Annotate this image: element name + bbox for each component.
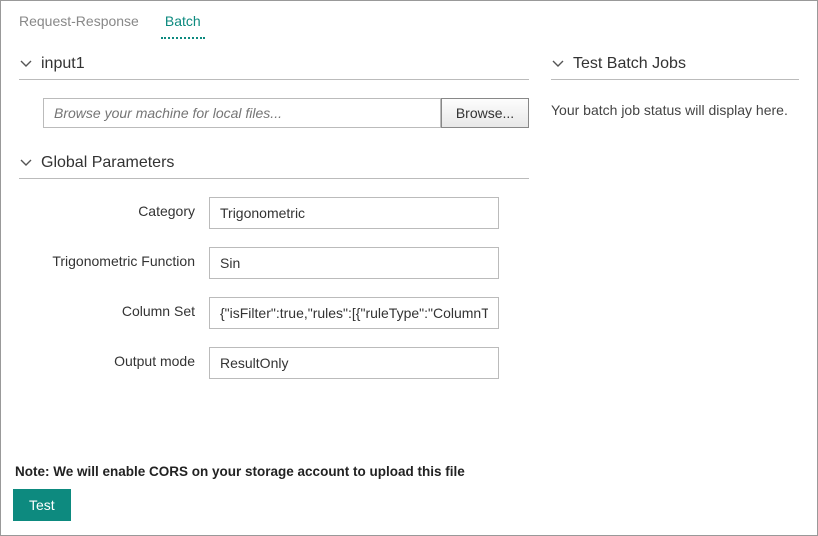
output-mode-input[interactable]	[209, 347, 499, 379]
chevron-down-icon	[551, 57, 565, 71]
category-input[interactable]	[209, 197, 499, 229]
section-input1-title: input1	[41, 55, 85, 73]
column-set-input[interactable]	[209, 297, 499, 329]
trig-function-input[interactable]	[209, 247, 499, 279]
batch-status-text: Your batch job status will display here.	[551, 98, 799, 118]
chevron-down-icon	[19, 57, 33, 71]
param-label-column-set: Column Set	[19, 297, 209, 319]
tab-batch[interactable]: Batch	[161, 9, 205, 39]
cors-note: Note: We will enable CORS on your storag…	[15, 464, 465, 479]
section-global-params-header[interactable]: Global Parameters	[19, 154, 529, 179]
file-path-input[interactable]	[43, 98, 441, 128]
section-global-params-title: Global Parameters	[41, 154, 174, 172]
param-label-trig-function: Trigonometric Function	[19, 247, 209, 269]
section-test-jobs-title: Test Batch Jobs	[573, 55, 686, 73]
browse-button[interactable]: Browse...	[441, 98, 529, 128]
section-input1-header[interactable]: input1	[19, 55, 529, 80]
tab-request-response[interactable]: Request-Response	[15, 9, 143, 39]
test-button[interactable]: Test	[13, 489, 71, 521]
chevron-down-icon	[19, 156, 33, 170]
section-test-jobs-header[interactable]: Test Batch Jobs	[551, 55, 799, 80]
param-label-output-mode: Output mode	[19, 347, 209, 369]
param-label-category: Category	[19, 197, 209, 219]
